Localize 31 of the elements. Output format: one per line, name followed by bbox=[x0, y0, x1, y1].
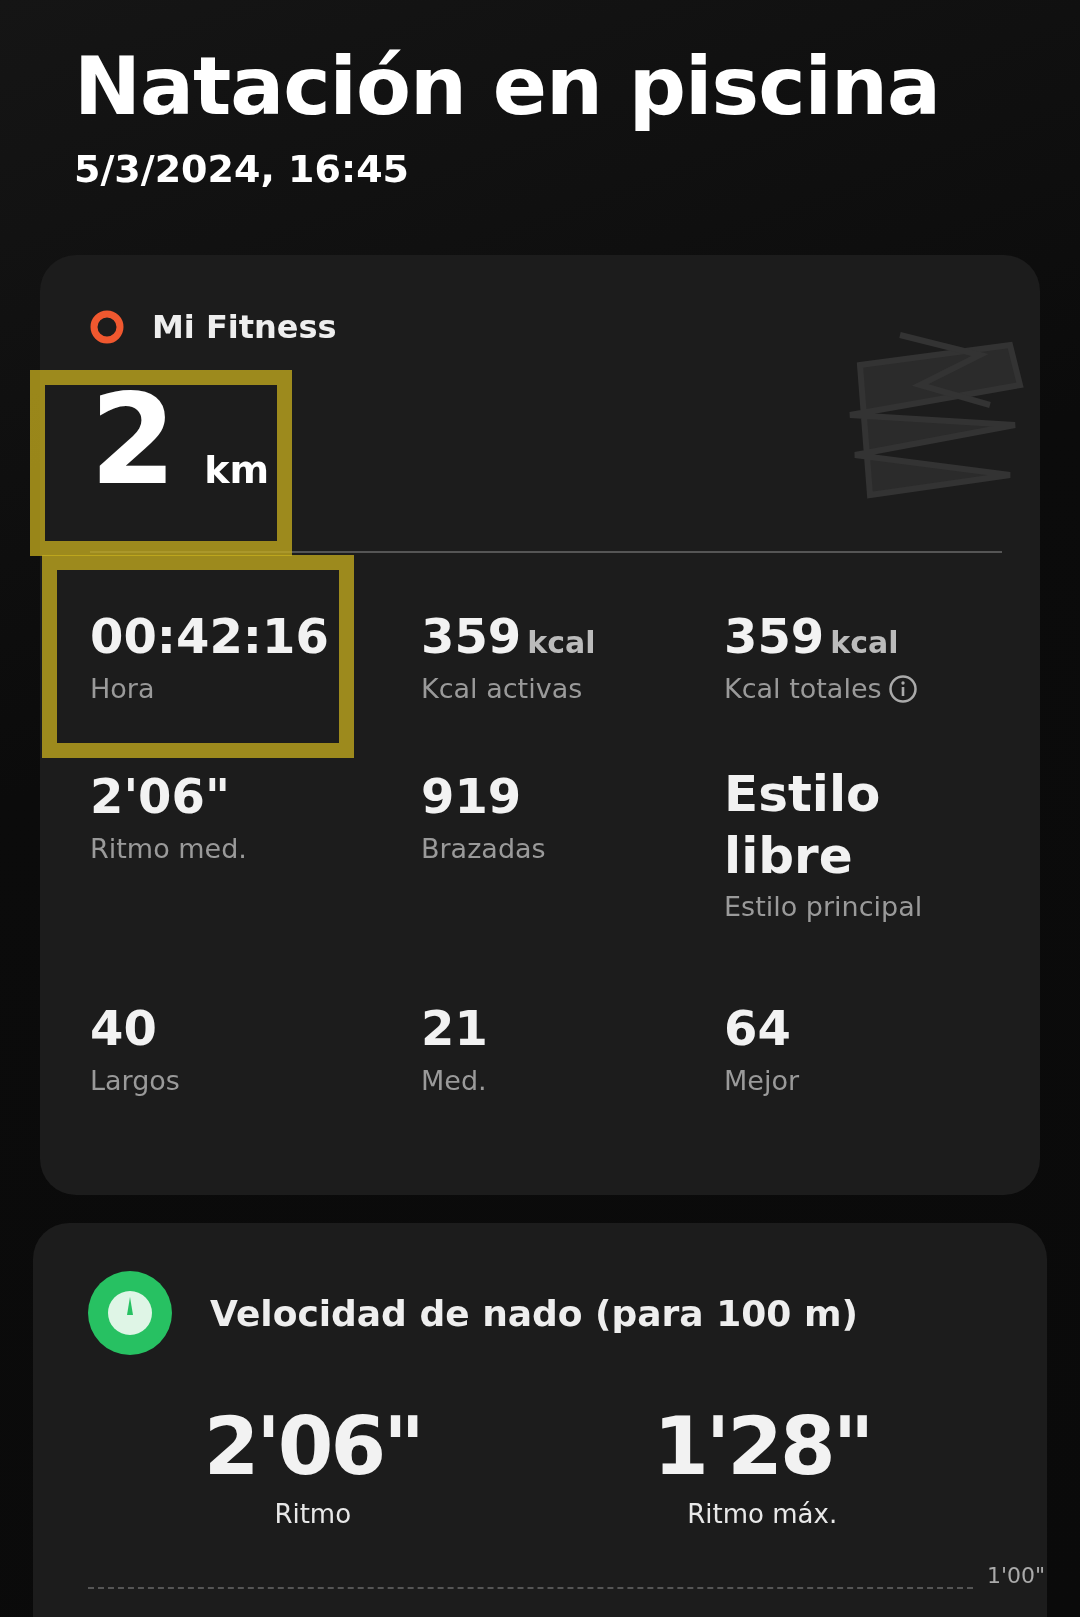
stat-value: 2'06" bbox=[90, 767, 230, 826]
stat-label: Mejor bbox=[724, 1065, 800, 1096]
pace-value: 1'28" bbox=[653, 1401, 872, 1493]
stat-value: 359 bbox=[724, 607, 825, 666]
stat-value: 919 bbox=[421, 767, 522, 826]
stat-unit: kcal bbox=[527, 625, 596, 660]
pace-value: 2'06" bbox=[203, 1401, 422, 1493]
stat-label: Med. bbox=[421, 1065, 487, 1096]
stat-value: Estilo libre bbox=[724, 764, 882, 887]
stat-label: Ritmo med. bbox=[90, 833, 247, 864]
stat-label: Hora bbox=[90, 673, 155, 704]
stat-label: Brazadas bbox=[421, 833, 546, 864]
stat-value: 359 bbox=[421, 607, 522, 666]
stat-label: Estilo principal bbox=[724, 891, 923, 922]
stat-unit: kcal bbox=[830, 625, 899, 660]
distance-unit: km bbox=[204, 448, 270, 492]
workout-datetime: 5/3/2024, 16:45 bbox=[74, 147, 411, 191]
axis-tick-label: 1'00" bbox=[987, 1562, 1046, 1588]
section-title: Velocidad de nado (para 100 m) bbox=[210, 1292, 858, 1334]
page-title: Natación en piscina bbox=[74, 40, 941, 133]
stat-value: 64 bbox=[724, 999, 791, 1058]
pace-label: Ritmo bbox=[274, 1499, 352, 1529]
stat-label: Kcal totales bbox=[724, 673, 882, 704]
source-name: Mi Fitness bbox=[152, 308, 337, 346]
pace-label: Ritmo máx. bbox=[687, 1499, 838, 1529]
stat-label: Kcal activas bbox=[421, 673, 583, 704]
distance-value: 2 bbox=[90, 375, 177, 505]
stat-label: Largos bbox=[90, 1065, 180, 1096]
stat-value: 21 bbox=[421, 999, 488, 1058]
stat-value: 00:42:16 bbox=[90, 607, 329, 666]
stat-value: 40 bbox=[90, 999, 157, 1058]
